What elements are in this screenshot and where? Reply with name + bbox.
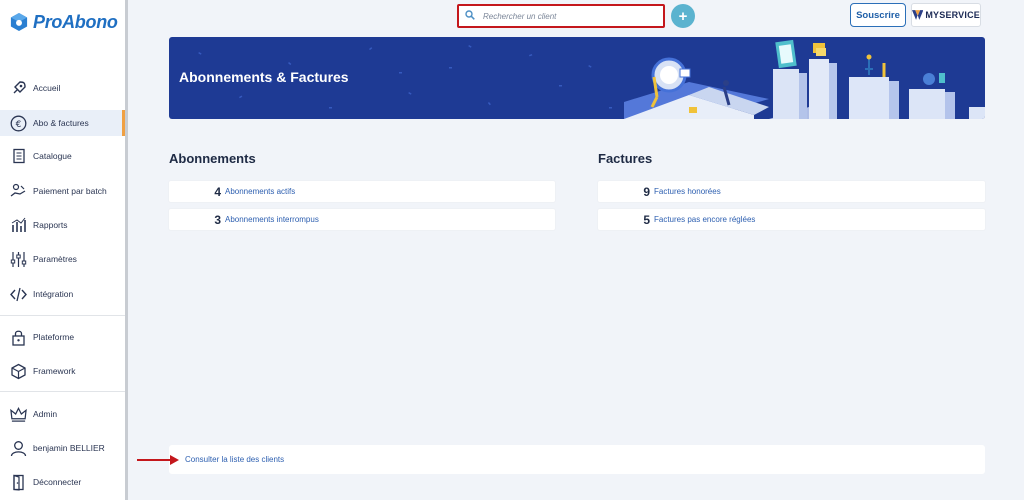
sidebar-item-plateforme[interactable]: Plateforme (0, 324, 125, 350)
rocket-icon (10, 80, 27, 97)
sidebar-item-label: Paiement par batch (33, 186, 107, 196)
page-title: Abonnements & Factures (179, 69, 349, 85)
crown-icon (10, 406, 27, 423)
paid-invoices-row[interactable]: 9 Factures honorées (598, 181, 985, 202)
sidebar-item-label: Déconnecter (33, 477, 82, 487)
myservice-logo[interactable]: MYSERVICE (911, 3, 981, 27)
client-list-link[interactable]: Consulter la liste des clients (185, 455, 284, 464)
user-icon (10, 440, 27, 457)
hand-coins-icon (10, 183, 27, 200)
sidebar-item-label: Admin (33, 409, 58, 419)
subscribe-button[interactable]: Souscrire (850, 3, 906, 27)
sidebar-item-integration[interactable]: Intégration (0, 281, 125, 307)
catalog-icon (10, 148, 27, 165)
paid-invoices-count: 9 (643, 184, 650, 199)
sidebar-item-label: Accueil (33, 83, 61, 93)
sidebar-item-label: Intégration (33, 289, 74, 299)
code-icon (10, 286, 27, 303)
brand-logo[interactable]: ProAbono (10, 10, 118, 34)
logout-icon (10, 474, 27, 491)
client-search-box[interactable] (457, 4, 665, 28)
sidebar-item-label: Rapports (33, 220, 68, 230)
myservice-logo-icon (912, 10, 924, 20)
sidebar-divider (0, 391, 125, 392)
sidebar-divider (0, 315, 125, 316)
lock-icon (10, 329, 27, 346)
brand-name: ProAbono (33, 11, 118, 32)
sidebar-item-label: Catalogue (33, 151, 72, 161)
unpaid-invoices-row[interactable]: 5 Factures pas encore réglées (598, 209, 985, 230)
sidebar-item-rapports[interactable]: Rapports (0, 212, 125, 238)
interrupted-subscriptions-link[interactable]: Abonnements interrompus (225, 215, 319, 224)
arrow-right-icon (137, 455, 179, 465)
active-subscriptions-link[interactable]: Abonnements actifs (225, 187, 295, 196)
cube-icon (10, 363, 27, 380)
add-client-button[interactable]: + (671, 4, 695, 28)
unpaid-invoices-link[interactable]: Factures pas encore réglées (654, 215, 755, 224)
sidebar-item-abo-factures[interactable]: € Abo & factures (0, 110, 125, 136)
unpaid-invoices-count: 5 (643, 212, 650, 227)
sidebar-item-parametres[interactable]: Paramètres (0, 246, 125, 272)
sidebar-item-label: Framework (33, 366, 76, 376)
sidebar-item-catalogue[interactable]: Catalogue (0, 143, 125, 169)
paid-invoices-link[interactable]: Factures honorées (654, 187, 721, 196)
active-subscriptions-count: 4 (214, 184, 221, 199)
sidebar-item-paiement-batch[interactable]: Paiement par batch (0, 178, 125, 204)
hexagon-logo-icon (10, 13, 28, 31)
sidebar-item-framework[interactable]: Framework (0, 358, 125, 384)
sidebar-item-deconnecter[interactable]: Déconnecter (0, 469, 125, 495)
page-banner: Abonnements & Factures (169, 37, 985, 119)
sidebar-item-user[interactable]: benjamin BELLIER (0, 435, 125, 461)
client-list-panel: Consulter la liste des clients (169, 445, 985, 474)
euro-icon: € (10, 115, 27, 132)
active-subscriptions-row[interactable]: 4 Abonnements actifs (169, 181, 555, 202)
myservice-logo-text: MYSERVICE (925, 10, 980, 20)
sidebar: ProAbono Accueil € Abo & factures Catalo… (0, 0, 128, 500)
interrupted-subscriptions-row[interactable]: 3 Abonnements interrompus (169, 209, 555, 230)
bar-chart-icon (10, 217, 27, 234)
interrupted-subscriptions-count: 3 (214, 212, 221, 227)
sidebar-item-label: benjamin BELLIER (33, 443, 105, 453)
sidebar-item-label: Abo & factures (33, 118, 89, 128)
subscriptions-title: Abonnements (169, 151, 256, 166)
sidebar-item-label: Paramètres (33, 254, 77, 264)
svg-text:€: € (16, 120, 22, 130)
sliders-icon (10, 251, 27, 268)
sidebar-item-accueil[interactable]: Accueil (0, 75, 125, 101)
search-input[interactable] (483, 11, 653, 21)
invoices-title: Factures (598, 151, 653, 166)
search-icon (465, 7, 475, 25)
sidebar-item-label: Plateforme (33, 332, 75, 342)
sidebar-item-admin[interactable]: Admin (0, 401, 125, 427)
